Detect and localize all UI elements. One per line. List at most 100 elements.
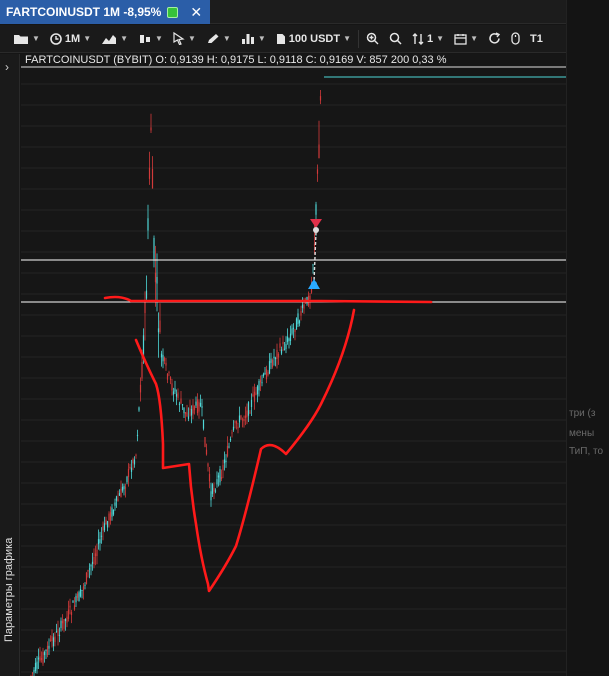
candle-body [136,434,139,437]
candle-body [124,487,127,489]
candle-body [258,381,260,391]
pencil-icon [207,33,219,43]
candle-body [319,96,322,101]
candle-body [75,596,77,603]
candle-body [120,488,122,498]
candle-body [309,295,311,300]
zoom-in-button[interactable] [361,28,384,50]
candle-body [156,276,158,284]
candle-body [46,645,49,655]
timeframe-button[interactable]: 1M ▼ [45,28,96,50]
search-button[interactable] [384,28,407,50]
calendar-button[interactable]: ▼ [449,28,483,50]
candle-body [118,493,121,496]
candle-body [139,384,142,393]
drawing-tool-button[interactable]: ▼ [201,28,236,50]
candle-body [247,402,250,416]
candle-body [154,272,157,283]
candle-body [220,476,223,480]
candle-body [289,333,292,341]
candle-body [130,467,133,472]
price-chart[interactable]: FARTCOINUSDT (BYBIT) O: 0,9139 H: 0,9175… [21,54,566,676]
close-icon[interactable]: ✕ [190,5,202,19]
folder-button[interactable]: ▼ [8,28,45,50]
candle-body [232,426,235,431]
tab-chart[interactable]: FARTCOINUSDT 1M -8,95% ✕ [0,0,210,24]
sell-marker-icon[interactable] [310,219,322,228]
candle-body [318,144,320,159]
candle-body [189,408,191,410]
candle-body [219,469,221,483]
chart-canvas[interactable] [21,54,566,676]
candle-body [184,412,187,414]
candle-body [127,468,130,478]
candle-body [229,438,232,441]
candle-body [198,401,200,412]
chart-type-button[interactable]: ▼ [96,28,133,50]
candle-body [94,553,97,557]
expand-icon[interactable]: › [5,60,9,74]
candle-body [216,479,218,485]
candle-body [147,218,149,231]
trade-mode-button[interactable]: T1 [525,28,548,50]
candle-style-button[interactable]: ▼ [133,28,168,50]
candle-body [222,465,224,471]
candle-body [180,398,182,404]
candle-body [298,320,301,324]
timeframe-label: 1M [64,32,81,45]
freehand-cup-shape[interactable] [134,308,356,593]
cursor-button[interactable]: ▼ [168,28,201,50]
candle-body [135,454,137,456]
candle-body [76,593,79,598]
freehand-resistance-line[interactable] [103,295,433,304]
candle-body [144,301,146,314]
candle-body [52,637,55,647]
chevron-down-icon: ▼ [187,34,196,43]
candle-body [273,356,275,359]
candle-body [145,290,148,299]
candle-body [153,237,155,259]
candle-body [132,458,134,464]
candle-body [267,372,269,376]
candle-body [103,523,106,531]
candle-body [55,631,58,633]
chart-settings-sidebar[interactable]: › Параметры графика [0,54,20,676]
candle-body [166,373,169,380]
mouse-mode-button[interactable] [506,28,525,50]
candle-body [91,561,94,565]
order-quantity-button[interactable]: 100 USDT ▼ [271,28,356,50]
cursor-icon [173,32,185,45]
refresh-button[interactable] [483,28,506,50]
candle-body [244,415,247,419]
candle-body [240,415,242,419]
candle-body [54,636,56,643]
candle-body [49,639,52,641]
candle-body [201,406,203,408]
indicators-button[interactable]: ▼ [236,28,271,50]
sort-button[interactable]: 1 ▼ [407,28,449,50]
candle-body [33,669,35,673]
background-text-3: ТиП, то [569,446,604,457]
candle-body [292,327,295,329]
candle-body [100,535,103,537]
candle-body [171,383,173,391]
candle-body [210,491,212,501]
symbol-label: FARTCOINUSDT (BYBIT) [25,54,153,66]
candle-body [174,388,176,392]
refresh-icon [489,32,501,44]
candle-body [168,372,170,374]
candle-body [217,475,220,478]
candle-body [286,336,289,342]
grid-lines [21,83,566,673]
candle-body [69,605,71,608]
candle-body [249,412,251,414]
candle-body [37,657,40,660]
background-text-1: три (з [569,408,596,419]
candle-body [87,570,89,572]
candle-body [208,473,211,482]
candle-body [243,418,245,422]
quantity-label: 100 USDT [288,32,341,45]
candle-body [73,605,76,610]
toolbar-divider [358,29,360,48]
candle-body [294,329,296,333]
